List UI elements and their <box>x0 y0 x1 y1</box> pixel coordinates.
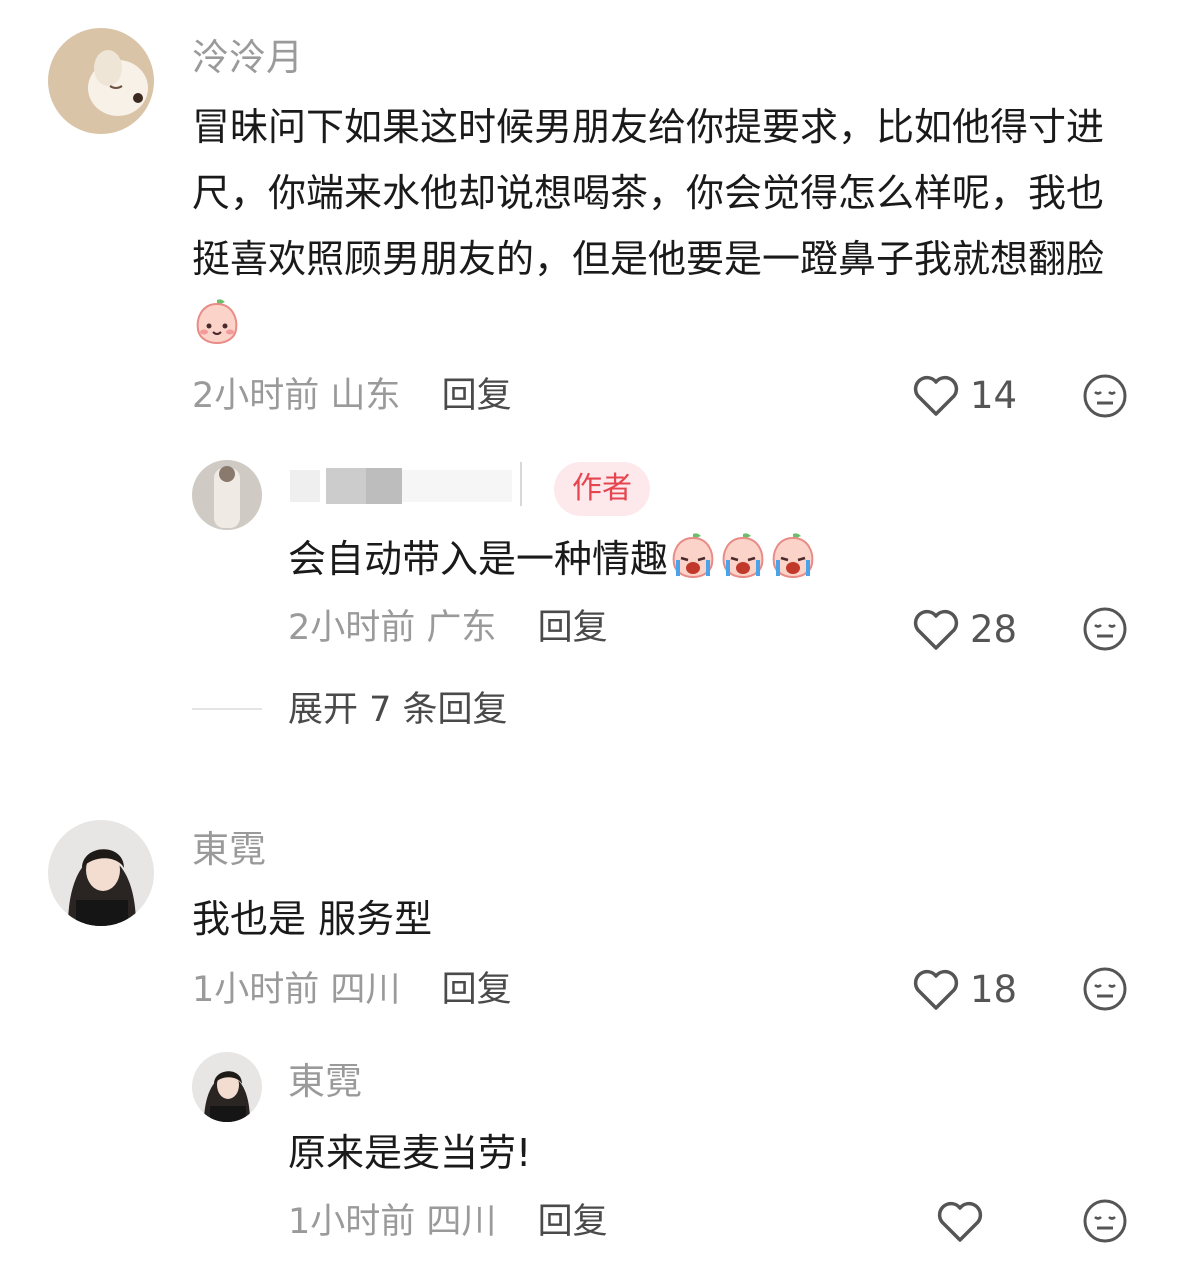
reply-time: 1小时前 <box>288 1202 416 1242</box>
reply-button[interactable]: 回复 <box>538 1202 608 1242</box>
comment-text: 冒昧问下如果这时候男朋友给你提要求，比如他得寸进尺，你端来水他却说想喝茶，你会觉… <box>192 94 1122 358</box>
reply-meta: 1小时前 四川 回复 <box>288 1200 608 1244</box>
reply-location: 四川 <box>426 1202 497 1242</box>
user-avatar[interactable] <box>48 820 154 926</box>
dislike-button[interactable] <box>1082 1198 1128 1244</box>
username[interactable]: 東霓 <box>288 1060 362 1104</box>
heart-outline-icon <box>913 969 959 1010</box>
reply-text-content: 会自动带入是一种情趣 <box>288 537 669 581</box>
like-button[interactable] <box>936 1200 994 1244</box>
comment-text: 我也是 服务型 <box>192 897 433 941</box>
comment-meta: 1小时前 四川 回复 <box>192 968 512 1012</box>
reply-text: 原来是麦当劳! <box>288 1131 532 1175</box>
like-count: 18 <box>970 968 1018 1011</box>
meh-face-icon <box>1083 374 1127 418</box>
comment-time: 2小时前 <box>192 376 320 416</box>
divider-line <box>192 708 262 710</box>
expand-replies-button[interactable]: 展开 7 条回复 <box>288 688 508 732</box>
comment-time: 1小时前 <box>192 970 320 1010</box>
reply-button[interactable]: 回复 <box>538 608 608 648</box>
peach-crying-emoji <box>668 530 718 580</box>
peach-smile-emoji <box>192 296 242 346</box>
reply-location: 广东 <box>426 608 497 648</box>
comment-location: 四川 <box>330 970 401 1010</box>
peach-crying-emoji <box>768 530 818 580</box>
meh-face-icon <box>1083 1199 1127 1243</box>
user-avatar[interactable] <box>48 28 154 134</box>
like-count: 28 <box>970 608 1018 651</box>
reply-button[interactable]: 回复 <box>442 970 512 1010</box>
reply-time: 2小时前 <box>288 608 416 648</box>
meh-face-icon <box>1083 967 1127 1011</box>
like-button[interactable]: 18 <box>912 968 1017 1012</box>
dislike-button[interactable] <box>1082 606 1128 652</box>
username[interactable]: 東霓 <box>192 828 266 872</box>
reply-button[interactable]: 回复 <box>442 376 512 416</box>
user-avatar[interactable] <box>192 1052 262 1122</box>
like-button[interactable]: 28 <box>912 608 1017 652</box>
dislike-button[interactable] <box>1082 373 1128 419</box>
heart-outline-icon <box>913 375 959 416</box>
username-blurred[interactable] <box>290 462 540 510</box>
user-avatar[interactable] <box>192 460 262 530</box>
meh-face-icon <box>1083 607 1127 651</box>
like-count: 14 <box>970 374 1018 417</box>
comment-meta: 2小时前 山东 回复 <box>192 374 512 418</box>
like-button[interactable]: 14 <box>912 374 1017 418</box>
reply-text: 会自动带入是一种情趣 <box>288 526 1088 592</box>
heart-outline-icon <box>937 1201 983 1242</box>
comment-location: 山东 <box>330 376 401 416</box>
dislike-button[interactable] <box>1082 966 1128 1012</box>
author-badge: 作者 <box>554 462 650 516</box>
peach-crying-emoji <box>718 530 768 580</box>
comment-text-content: 冒昧问下如果这时候男朋友给你提要求，比如他得寸进尺，你端来水他却说想喝茶，你会觉… <box>192 105 1105 281</box>
username[interactable]: 泠泠月 <box>192 36 303 80</box>
reply-meta: 2小时前 广东 回复 <box>288 606 608 650</box>
heart-outline-icon <box>913 609 959 650</box>
